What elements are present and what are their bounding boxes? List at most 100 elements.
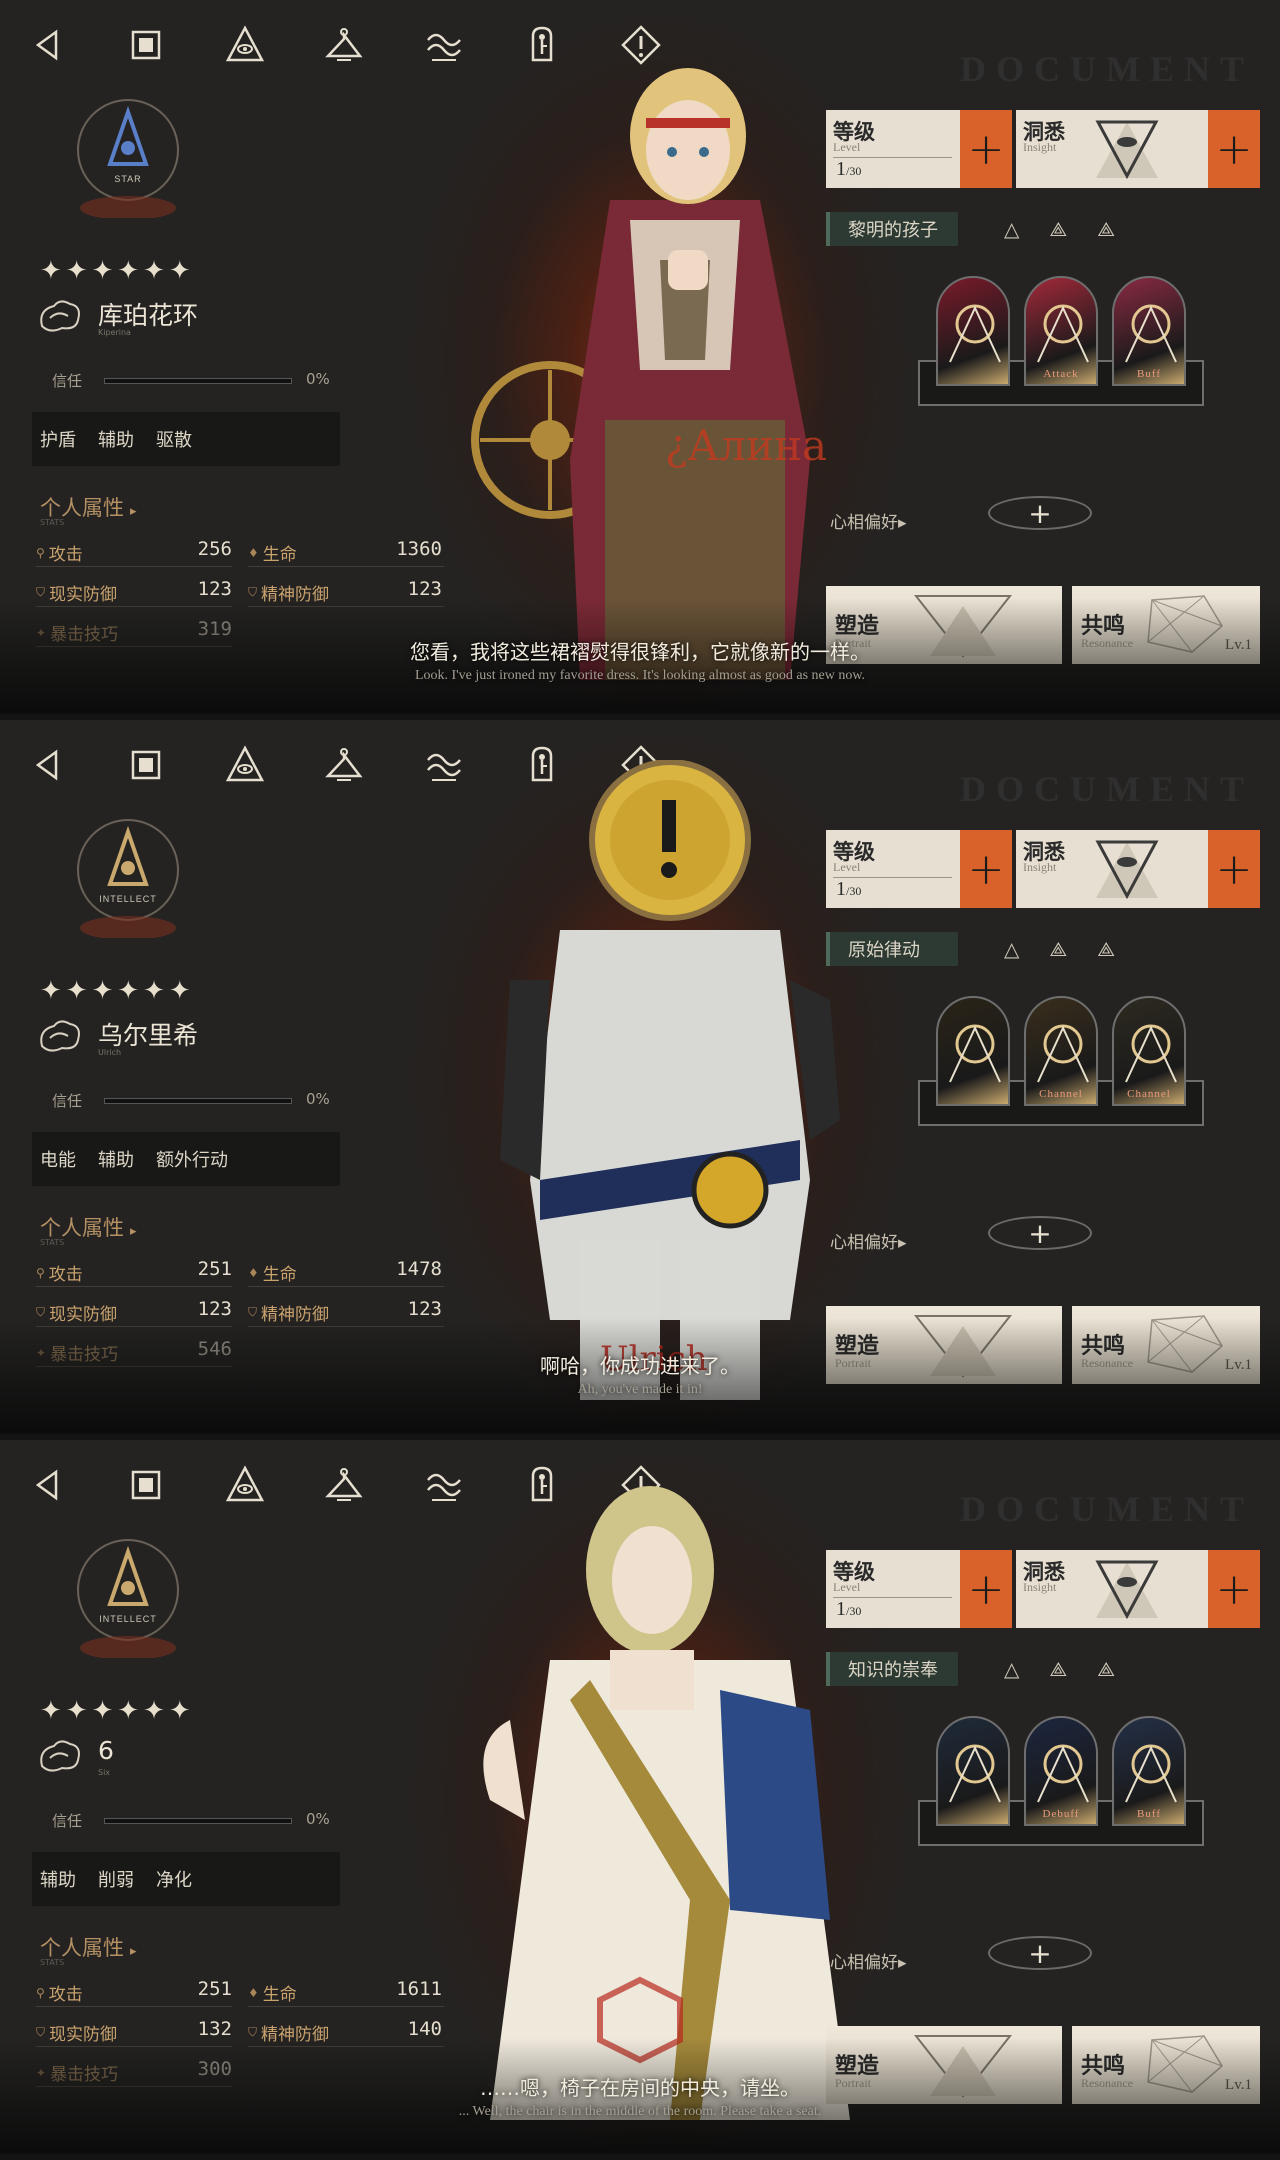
insight-stage-1-icon[interactable]: △ [1004, 1657, 1019, 1681]
expand-arrow-icon: ▸ [898, 1233, 907, 1253]
level-value: 1/30 [836, 158, 861, 181]
skill-type-label: Channel [1039, 1088, 1083, 1100]
psychube-pref[interactable]: 心相偏好▸ [830, 1228, 907, 1253]
skill-card[interactable] [936, 276, 1010, 386]
psychube-add-button[interactable]: + [988, 1216, 1092, 1250]
trust-percent: 0% [306, 1810, 330, 1828]
insight-stage-1-icon[interactable]: △ [1004, 937, 1019, 961]
level-plus-icon[interactable]: + [960, 830, 1012, 908]
skill-card[interactable] [936, 1716, 1010, 1826]
back-icon[interactable] [22, 1460, 72, 1510]
insight-stage-3-icon[interactable]: ⟁ [1097, 1657, 1115, 1681]
insight-stage-2-icon[interactable]: ⟁ [1049, 937, 1067, 961]
level-up-button[interactable]: 等级 Level 1/30 + [826, 830, 1012, 908]
skill-card[interactable]: Debuff [1024, 1716, 1098, 1826]
hanger-icon[interactable] [319, 1460, 369, 1510]
eye-triangle-icon[interactable] [220, 740, 270, 790]
voice-subtitle-cn: 您看，我将这些裙褶熨得很锋利，它就像新的一样。 [410, 640, 870, 664]
psychube-add-button[interactable]: + [988, 496, 1092, 530]
trust-percent: 0% [306, 1090, 330, 1108]
character-name: 库珀花环 [98, 301, 199, 330]
svg-text:¿Алина: ¿Алина [665, 421, 827, 470]
character-name-en: Six [98, 1768, 111, 1777]
afflatus-label: INTELLECT [99, 894, 157, 904]
eye-triangle-icon[interactable] [220, 20, 270, 70]
stat-hp-icon: ♦ [248, 1985, 259, 2000]
insight-stage-3-icon[interactable]: ⟁ [1097, 217, 1115, 241]
insight-stage-1-icon[interactable]: △ [1004, 217, 1019, 241]
document-watermark: DOCUMENT [960, 769, 1254, 809]
insight-label-en: Insight [1023, 1580, 1057, 1594]
back-icon[interactable] [22, 20, 72, 70]
character-name: 乌尔里希 [98, 1021, 199, 1050]
role-tag: 净化 [156, 1870, 192, 1891]
level-plus-icon[interactable]: + [960, 110, 1012, 188]
level-current: 1 [836, 878, 846, 900]
stats-header-label: 个人属性 [40, 1936, 124, 1960]
skill-path-name: 原始律动 [826, 932, 958, 966]
profession-icon [36, 1736, 84, 1776]
stop-icon[interactable] [121, 1460, 171, 1510]
role-tag: 电能 [40, 1150, 76, 1171]
skill-path-name: 黎明的孩子 [826, 212, 958, 246]
role-tag: 额外行动 [156, 1150, 228, 1171]
expand-arrow-icon: ▸ [130, 1224, 137, 1239]
stat-hp-value: 1478 [396, 1258, 442, 1280]
hanger-icon[interactable] [319, 740, 369, 790]
insight-eye-icon [1092, 836, 1162, 902]
role-tags: 辅助 削弱 净化 [32, 1852, 340, 1906]
skill-art-icon [949, 304, 1001, 363]
level-up-button[interactable]: 等级 Level 1/30 + [826, 1550, 1012, 1628]
level-current: 1 [836, 1598, 846, 1620]
rarity-stars: ✦✦✦✦✦✦ [40, 1696, 195, 1726]
insight-button[interactable]: 洞悉 Insight + [1016, 1550, 1260, 1628]
skill-card[interactable]: Channel [1112, 996, 1186, 1106]
stop-icon[interactable] [121, 740, 171, 790]
stat-mdef-value: 123 [407, 578, 442, 600]
skill-card[interactable]: Channel [1024, 996, 1098, 1106]
document-watermark: DOCUMENT [960, 1489, 1254, 1529]
skill-type-label: Buff [1137, 1808, 1161, 1820]
skill-card[interactable]: Attack [1024, 276, 1098, 386]
level-up-button[interactable]: 等级 Level 1/30 + [826, 110, 1012, 188]
psychube-add-button[interactable]: + [988, 1936, 1092, 1970]
insight-button[interactable]: 洞悉 Insight + [1016, 110, 1260, 188]
psychube-pref[interactable]: 心相偏好▸ [830, 508, 907, 533]
insight-plus-icon[interactable]: + [1208, 110, 1260, 188]
hanger-icon[interactable] [319, 20, 369, 70]
skill-art-icon [949, 1744, 1001, 1803]
psychube-pref[interactable]: 心相偏好▸ [830, 1948, 907, 1973]
insight-stage-3-icon[interactable]: ⟁ [1097, 937, 1115, 961]
insight-eye-icon [1092, 1556, 1162, 1622]
insight-plus-icon[interactable]: + [1208, 1550, 1260, 1628]
voice-subtitle-cn: 啊哈，你成功进来了。 [540, 1354, 740, 1378]
back-icon[interactable] [22, 740, 72, 790]
skill-card[interactable]: Buff [1112, 1716, 1186, 1826]
insight-button[interactable]: 洞悉 Insight + [1016, 830, 1260, 908]
stat-atk-label: 攻击 [48, 1985, 83, 2005]
skill-card[interactable] [936, 996, 1010, 1106]
skill-art-icon [949, 1024, 1001, 1083]
role-tag: 削弱 [98, 1870, 134, 1891]
insight-stages: △ ⟁ ⟁ [1004, 217, 1115, 241]
stat-hp: ♦ 生命 [248, 1980, 297, 2005]
skill-card[interactable]: Buff [1112, 276, 1186, 386]
trust-label: 信任 [52, 1092, 83, 1110]
insight-stage-2-icon[interactable]: ⟁ [1049, 1657, 1067, 1681]
level-label-en: Level [833, 860, 861, 874]
stat-rdef-value: 123 [197, 578, 232, 600]
stat-rdef-value: 132 [197, 2018, 232, 2040]
voice-subtitle-en: Look. I've just ironed my favorite dress… [414, 668, 866, 683]
stop-icon[interactable] [121, 20, 171, 70]
stat-divider [36, 1286, 232, 1287]
insight-stage-2-icon[interactable]: ⟁ [1049, 217, 1067, 241]
role-tag: 辅助 [98, 1150, 134, 1171]
character-panel: DOCUMENT INTELLECT ✦✦✦✦✦✦ 6 Six 信任 0% 辅助 削弱 净化个… [0, 1440, 1280, 2154]
level-current: 1 [836, 158, 846, 180]
insight-plus-icon[interactable]: + [1208, 830, 1260, 908]
level-plus-icon[interactable]: + [960, 1550, 1012, 1628]
stat-mdef-value: 123 [407, 1298, 442, 1320]
skill-type-label: Channel [1127, 1088, 1171, 1100]
level-value: 1/30 [836, 1598, 861, 1621]
eye-triangle-icon[interactable] [220, 1460, 270, 1510]
